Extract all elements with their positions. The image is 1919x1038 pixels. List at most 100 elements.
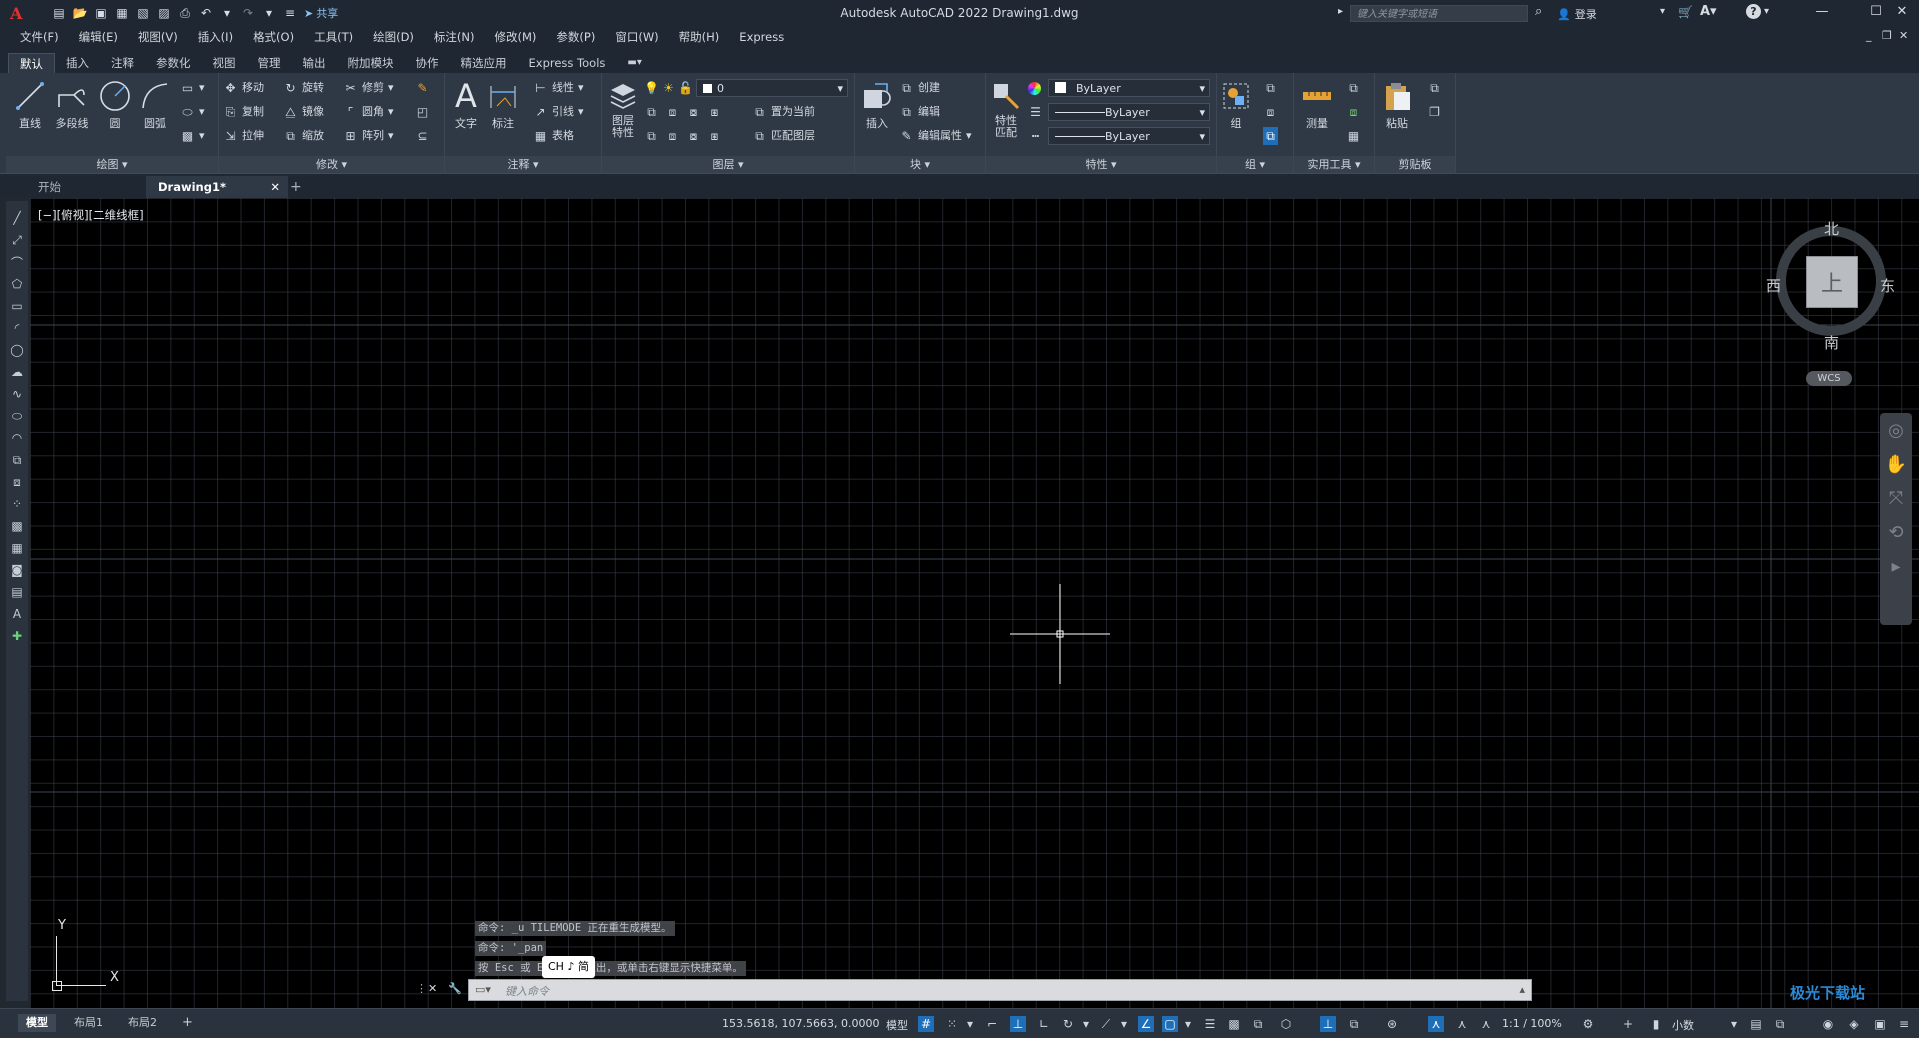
transparency-icon[interactable]: ▩: [1226, 1016, 1242, 1032]
undo-dropdown-icon[interactable]: ▾: [220, 6, 234, 20]
infer-constraints-icon[interactable]: ⌐: [984, 1016, 1000, 1032]
app-logo[interactable]: A: [10, 4, 22, 23]
panel-groups-title[interactable]: 组 ▾: [1217, 156, 1293, 173]
tab-annotate[interactable]: 注释: [100, 53, 145, 73]
search-arrow-icon[interactable]: ▸: [1338, 6, 1343, 17]
edit-block-button[interactable]: ⧉ 编辑: [899, 103, 940, 121]
linetype-icon-button[interactable]: ┅: [1028, 127, 1043, 145]
panel-layers-title[interactable]: 图层 ▾: [602, 156, 854, 173]
lineweight-dropdown[interactable]: ByLayer ▾: [1048, 103, 1210, 121]
menu-format[interactable]: 格式(O): [243, 27, 304, 47]
save-icon[interactable]: ▣: [94, 6, 108, 20]
panel-block-title[interactable]: 块 ▾: [855, 156, 985, 173]
hatch-tool-icon[interactable]: ▩: [6, 515, 28, 537]
pan-icon[interactable]: ✋: [1880, 447, 1912, 481]
line-button[interactable]: 直线: [10, 79, 50, 131]
object-snap-dropdown-icon[interactable]: ▾: [1180, 1016, 1196, 1032]
edit-attributes-button[interactable]: ✎ 编辑属性 ▾: [899, 127, 971, 145]
panel-properties-title[interactable]: 特性 ▾: [986, 156, 1216, 173]
3d-osnap-icon[interactable]: ⬡: [1278, 1016, 1294, 1032]
rectangle-tool-icon[interactable]: ▭: [6, 295, 28, 317]
viewport-controls[interactable]: [−][俯视][二维线框]: [38, 207, 144, 223]
cut-button[interactable]: ⧉: [1427, 79, 1442, 97]
minimize-icon[interactable]: —: [1810, 4, 1834, 19]
hatch-button[interactable]: ⬭ ▾: [180, 103, 204, 121]
menu-modify[interactable]: 修改(M): [485, 27, 547, 47]
make-block-tool-icon[interactable]: ⧈: [6, 471, 28, 493]
customize-statusbar-icon[interactable]: ≡: [1896, 1016, 1912, 1032]
drawing-canvas[interactable]: [30, 198, 1919, 1008]
set-current-button[interactable]: ⧉ 置为当前: [752, 103, 815, 121]
paste-button[interactable]: 粘贴: [1379, 79, 1415, 131]
menu-help[interactable]: 帮助(H): [669, 27, 730, 47]
group-select-button[interactable]: ⧉: [1263, 127, 1278, 145]
gizmo-icon[interactable]: ⊛: [1384, 1016, 1400, 1032]
layer-properties-button[interactable]: 图层 特性: [604, 79, 642, 139]
print-icon[interactable]: ⎙: [178, 6, 192, 20]
polar-dropdown-icon[interactable]: ▾: [1078, 1016, 1094, 1032]
undo-icon[interactable]: ↶: [199, 6, 213, 20]
menu-insert[interactable]: 插入(I): [188, 27, 243, 47]
layer-tools-row2[interactable]: ⧉ ⧈ ⧇ ⧆: [644, 127, 722, 145]
selection-filter-icon[interactable]: ⧉: [1346, 1016, 1362, 1032]
tab-addins[interactable]: 附加模块: [337, 53, 405, 73]
point-tool-icon[interactable]: ⁘: [6, 493, 28, 515]
mirror-button[interactable]: ⧋ 镜像: [283, 103, 324, 121]
units-value[interactable]: 小数: [1672, 1017, 1694, 1033]
isodraft-dropdown-icon[interactable]: ▾: [1116, 1016, 1132, 1032]
dimension-button[interactable]: 标注: [485, 79, 521, 131]
hatch-tool-button[interactable]: ▩ ▾: [180, 127, 205, 145]
command-prompt-icon[interactable]: ▭▾: [475, 983, 491, 996]
panel-annotation-title[interactable]: 注释 ▾: [445, 156, 601, 173]
cart-icon[interactable]: 🛒: [1678, 5, 1693, 19]
linear-button[interactable]: ⊢ 线性 ▾: [533, 79, 583, 97]
gradient-tool-icon[interactable]: ▦: [6, 537, 28, 559]
units-dropdown-icon[interactable]: ▾: [1726, 1016, 1742, 1032]
annotation-scale-icon[interactable]: ⋏: [1478, 1016, 1494, 1032]
ortho-icon[interactable]: ∟: [1036, 1016, 1052, 1032]
layout-tab-2[interactable]: 布局2: [120, 1014, 165, 1032]
rotate-button[interactable]: ↻ 旋转: [283, 79, 324, 97]
help-dropdown-icon[interactable]: ▾: [1764, 6, 1769, 17]
maximize-icon[interactable]: ☐: [1864, 4, 1888, 19]
menu-view[interactable]: 视图(V): [128, 27, 188, 47]
menu-express[interactable]: Express: [729, 27, 794, 47]
login-dropdown-icon[interactable]: ▾: [1660, 6, 1665, 17]
tab-featured-apps[interactable]: 精选应用: [450, 53, 518, 73]
panel-modify-title[interactable]: 修改 ▾: [219, 156, 444, 173]
group-edit-button[interactable]: ⧈: [1263, 103, 1278, 121]
doc-restore-icon[interactable]: ❐: [1882, 29, 1892, 42]
close-icon[interactable]: ✕: [1890, 4, 1914, 19]
search-icon[interactable]: ⌕: [1535, 4, 1542, 19]
dynamic-input-icon[interactable]: ⊥: [1010, 1016, 1026, 1032]
ellipse-arc-tool-icon[interactable]: ◠: [6, 427, 28, 449]
color-dropdown[interactable]: ByLayer ▾: [1048, 79, 1210, 97]
steering-wheel-icon[interactable]: ◎: [1880, 413, 1912, 447]
ungroup-button[interactable]: ⧉: [1263, 79, 1278, 97]
calculator-button[interactable]: ▦: [1346, 127, 1361, 145]
customize-qa-icon[interactable]: ≡: [283, 6, 297, 20]
viewcube-top-face[interactable]: 上: [1806, 256, 1858, 308]
isolate-objects-icon[interactable]: ◉: [1820, 1016, 1836, 1032]
layer-state-icons[interactable]: 💡 ☀ 🔓: [644, 79, 693, 97]
isodraft-icon[interactable]: ⟋: [1098, 1016, 1114, 1032]
open-icon[interactable]: 📂: [73, 6, 88, 20]
lineweight-icon-button[interactable]: ☰: [1028, 103, 1043, 121]
search-input[interactable]: 键入关键字或短语: [1350, 5, 1528, 22]
new-tab-button[interactable]: +: [278, 176, 314, 198]
tab-output[interactable]: 输出: [292, 53, 337, 73]
annotation-monitor-icon[interactable]: +: [1620, 1016, 1636, 1032]
add-layout-button[interactable]: +: [174, 1014, 201, 1032]
insert-block-tool-icon[interactable]: ⧉: [6, 449, 28, 471]
doc-close-icon[interactable]: ✕: [1899, 29, 1908, 42]
menu-file[interactable]: 文件(F): [10, 27, 69, 47]
plot-icon[interactable]: ▧: [136, 6, 150, 20]
share-button[interactable]: ➤ 共享: [304, 5, 338, 21]
layer-dropdown[interactable]: 0 ▾: [696, 79, 848, 97]
save-as-icon[interactable]: ▦: [115, 6, 129, 20]
menu-tools[interactable]: 工具(T): [304, 27, 363, 47]
help-icon[interactable]: ?: [1746, 4, 1761, 19]
ribbon-toggle-icon[interactable]: ▬▾: [616, 53, 652, 73]
new-icon[interactable]: ▤: [52, 6, 66, 20]
hardware-accel-icon[interactable]: ◈: [1846, 1016, 1862, 1032]
